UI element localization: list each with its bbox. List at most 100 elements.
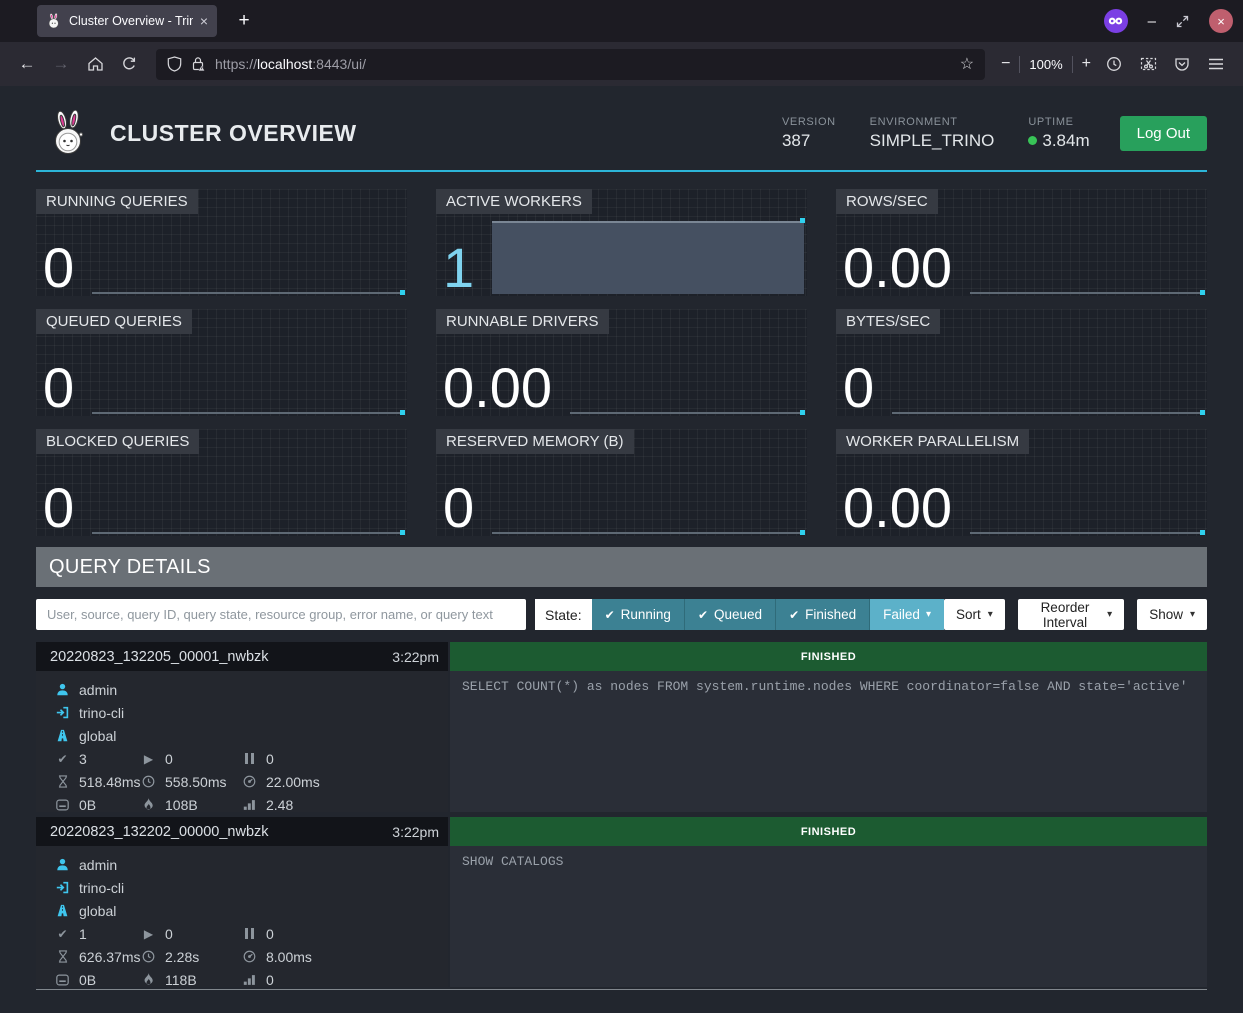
window-minimize-button[interactable]: – — [1148, 13, 1156, 30]
query-time: 3:22pm — [392, 649, 439, 665]
stat-card-worker-parallelism: WORKER PARALLELISM 0.00 — [836, 429, 1207, 536]
chevron-down-icon: ▾ — [926, 609, 931, 620]
state-filter-running[interactable]: ✔ Running — [592, 599, 685, 630]
home-button[interactable] — [80, 49, 110, 79]
environment-meta: ENVIRONMENT SIMPLE_TRINO — [870, 116, 995, 151]
state-filter-finished[interactable]: ✔ Finished — [776, 599, 870, 630]
back-button[interactable]: ← — [12, 49, 42, 79]
state-filter-failed-dropdown[interactable]: Failed ▾ — [870, 599, 944, 630]
sort-dropdown[interactable]: Sort ▾ — [944, 599, 1005, 630]
elapsed-time-clock-icon — [140, 950, 157, 963]
query-resource-group: global — [79, 903, 116, 919]
running-splits: 0 — [165, 926, 173, 942]
browser-window: Cluster Overview - Trino × + – × ← — [0, 0, 1243, 1013]
stat-card-runnable-drivers: RUNNABLE DRIVERS 0.00 — [436, 309, 807, 416]
version-meta: VERSION 387 — [782, 116, 836, 151]
zoom-in-button[interactable]: + — [1082, 55, 1091, 73]
url-bar[interactable]: https://localhost:8443/ui/ ☆ — [156, 49, 985, 80]
stat-card-active-workers: ACTIVE WORKERS 1 — [436, 189, 807, 296]
new-tab-button[interactable]: + — [231, 10, 257, 32]
app-header: CLUSTER OVERVIEW VERSION 387 ENVIRONMENT… — [36, 86, 1207, 172]
query-info-panel: admin trino-cli global ✔1 ▶0 0 — [36, 846, 448, 987]
logout-button[interactable]: Log Out — [1120, 116, 1207, 151]
sign-in-source-icon — [54, 881, 71, 894]
cluster-stats-grid: RUNNING QUERIES 0 ACTIVE WORKERS 1 ROWS/… — [36, 189, 1207, 536]
state-filter-queued[interactable]: ✔ Queued — [685, 599, 776, 630]
queued-splits-pause-icon — [241, 753, 258, 764]
screenshot-icon[interactable] — [1133, 49, 1163, 79]
version-value: 387 — [782, 131, 836, 151]
cumulative-memory: 108B — [165, 797, 198, 813]
queued-splits: 0 — [266, 751, 274, 767]
bookmark-star-icon[interactable]: ☆ — [960, 54, 974, 74]
elapsed-time: 558.50ms — [165, 774, 226, 790]
user-icon — [54, 858, 71, 871]
forward-button: → — [46, 49, 76, 79]
menu-hamburger-icon[interactable] — [1201, 49, 1231, 79]
query-details-header: QUERY DETAILS — [36, 547, 1207, 587]
completed-splits: 3 — [79, 751, 87, 767]
page-title: CLUSTER OVERVIEW — [110, 120, 357, 147]
completed-splits-check-icon: ✔ — [54, 752, 71, 766]
query-search-input[interactable] — [36, 599, 526, 630]
check-icon: ✔ — [698, 608, 708, 622]
query-source: trino-cli — [79, 880, 124, 896]
query-header: 20220823_132202_00000_nwbzk 3:22pm — [36, 817, 448, 846]
stat-card-bytes-sec: BYTES/SEC 0 — [836, 309, 1207, 416]
private-browsing-icon — [1104, 9, 1128, 33]
sparkline — [970, 189, 1204, 296]
running-splits-play-icon: ▶ — [140, 752, 157, 766]
query-sql-text: SHOW CATALOGS — [450, 846, 1207, 987]
stat-card-blocked-queries: BLOCKED QUERIES 0 — [36, 429, 407, 536]
state-filter-label: State: — [535, 599, 592, 630]
window-restore-button[interactable] — [1176, 15, 1189, 28]
stat-card-rows-sec: ROWS/SEC 0.00 — [836, 189, 1207, 296]
query-id-link[interactable]: 20220823_132205_00001_nwbzk — [50, 649, 269, 665]
zoom-level[interactable]: 100% — [1029, 57, 1062, 72]
running-splits-play-icon: ▶ — [140, 927, 157, 941]
reload-button[interactable] — [114, 49, 144, 79]
toolbar-divider — [1072, 56, 1073, 73]
stat-value: 0 — [36, 481, 74, 536]
show-dropdown[interactable]: Show ▾ — [1137, 599, 1207, 630]
trino-favicon-icon — [46, 13, 62, 29]
chevron-down-icon: ▾ — [1107, 609, 1112, 620]
browser-tab-bar: Cluster Overview - Trino × + – × — [0, 0, 1243, 42]
pocket-icon[interactable] — [1167, 49, 1197, 79]
parallelism-chart-icon — [241, 974, 258, 986]
stat-value: 0 — [836, 361, 874, 416]
query-header: 20220823_132205_00001_nwbzk 3:22pm — [36, 642, 448, 671]
history-clock-icon[interactable] — [1099, 49, 1129, 79]
cpu-time-gauge-icon — [241, 775, 258, 788]
elapsed-time-clock-icon — [140, 775, 157, 788]
zoom-out-button[interactable]: − — [1001, 55, 1010, 73]
tracking-shield-icon[interactable] — [167, 56, 182, 72]
parallelism: 0 — [266, 972, 274, 988]
lock-warning-icon[interactable] — [191, 56, 206, 72]
queued-time-hourglass-icon — [54, 775, 71, 788]
sign-in-source-icon — [54, 706, 71, 719]
cumulative-memory-flame-icon — [140, 973, 157, 986]
browser-toolbar: ← → — [0, 42, 1243, 86]
resource-group-road-icon — [54, 904, 71, 917]
check-icon: ✔ — [605, 608, 615, 622]
stat-value: 1 — [436, 241, 474, 296]
chevron-down-icon: ▾ — [988, 609, 993, 620]
query-resource-group: global — [79, 728, 116, 744]
query-user: admin — [79, 682, 117, 698]
stat-card-reserved-memory: RESERVED MEMORY (B) 0 — [436, 429, 807, 536]
query-id-link[interactable]: 20220823_132202_00000_nwbzk — [50, 824, 269, 840]
environment-value: SIMPLE_TRINO — [870, 131, 995, 151]
window-close-button[interactable]: × — [1209, 9, 1233, 33]
parallelism: 2.48 — [266, 797, 293, 813]
url-text: https://localhost:8443/ui/ — [215, 56, 366, 72]
cumulative-memory-flame-icon — [140, 798, 157, 811]
reorder-interval-dropdown[interactable]: Reorder Interval ▾ — [1018, 599, 1124, 630]
tab-close-icon[interactable]: × — [200, 13, 208, 29]
current-memory: 0B — [79, 797, 96, 813]
current-memory: 0B — [79, 972, 96, 988]
cpu-time-gauge-icon — [241, 950, 258, 963]
browser-tab[interactable]: Cluster Overview - Trino × — [37, 5, 217, 37]
queued-time: 518.48ms — [79, 774, 140, 790]
toolbar-divider — [1019, 56, 1020, 73]
